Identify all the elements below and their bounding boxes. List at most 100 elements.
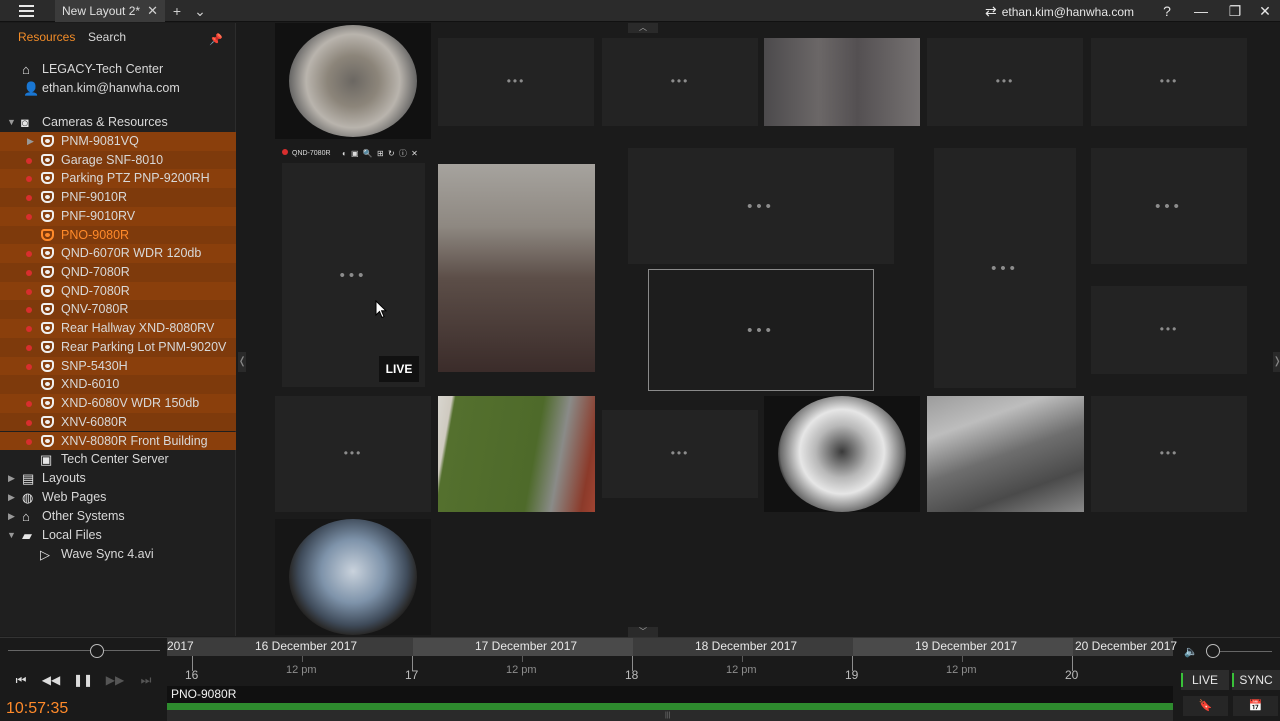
video-tile[interactable] <box>275 23 431 139</box>
previous-chunk-button[interactable]: ⏮ <box>10 672 32 688</box>
live-button[interactable]: LIVE <box>1181 670 1229 690</box>
web-pages-group[interactable]: ▶ ◍ Web Pages <box>0 488 236 507</box>
bookmark-icon[interactable]: 🔖 <box>1183 696 1228 716</box>
other-systems-group[interactable]: ▶ ⌂ Other Systems <box>0 507 236 526</box>
sync-button[interactable]: SYNC <box>1232 670 1280 690</box>
video-tile-fisheye-garage[interactable] <box>764 396 920 512</box>
video-file-icon: ▷ <box>40 547 50 562</box>
expand-arrow-icon[interactable]: ▶ <box>8 507 15 525</box>
video-tile-active[interactable] <box>282 163 425 387</box>
video-tile-fisheye-sky[interactable] <box>275 519 431 635</box>
calendar-icon[interactable]: 📅 <box>1233 696 1278 716</box>
tab-search[interactable]: Search <box>88 30 126 44</box>
video-tile-loading[interactable] <box>438 38 594 126</box>
camera-item[interactable]: QND-6070R WDR 120db <box>0 244 236 263</box>
rewind-button[interactable]: ◀◀ <box>40 672 62 688</box>
camera-item[interactable]: XND-6010 <box>0 375 236 395</box>
collapse-arrow-icon[interactable]: ▼ <box>7 113 16 131</box>
camera-item[interactable]: ▶ PNM-9081VQ <box>0 132 236 151</box>
camera-icon <box>41 284 54 297</box>
cameras-group[interactable]: ▼ ◙ Cameras & Resources <box>0 113 236 132</box>
expand-arrow-icon[interactable]: ▶ <box>8 469 15 487</box>
camera-icon <box>41 135 54 147</box>
fisheye-video-feed <box>289 25 417 137</box>
timeline-dates[interactable]: 2017 16 December 2017 17 December 2017 1… <box>167 638 1177 656</box>
hide-timeline-icon[interactable]: ﹀ <box>628 627 658 637</box>
local-file-item[interactable]: ▷ Wave Sync 4.avi <box>0 545 236 564</box>
layouts-group[interactable]: ▶ ▤ Layouts <box>0 469 236 488</box>
camera-label: QND-7080R <box>61 283 130 298</box>
zoom-track <box>8 650 160 651</box>
fast-forward-button[interactable]: ▶▶ <box>104 672 126 688</box>
camera-item[interactable]: PNF-9010R <box>0 188 236 207</box>
minimize-button[interactable]: — <box>1184 0 1218 22</box>
camera-icon <box>41 228 54 241</box>
video-tile-loading[interactable] <box>934 148 1076 388</box>
camera-item[interactable]: XNV-8080R Front Building <box>0 431 236 451</box>
video-tile-loading[interactable] <box>1091 38 1247 126</box>
cameras-icon: ◙ <box>21 115 29 130</box>
camera-item[interactable]: SNP-5430H <box>0 356 236 376</box>
local-files-group[interactable]: ▼ ▰ Local Files <box>0 526 236 545</box>
video-tile-loading[interactable] <box>602 38 758 126</box>
timeline-panel: 2017 16 December 2017 17 December 2017 1… <box>0 637 1280 721</box>
layout-tab[interactable]: New Layout 2* ✕ <box>55 0 165 22</box>
recording-chunks-bar[interactable] <box>167 703 1173 710</box>
close-button[interactable]: ✕ <box>1248 0 1280 22</box>
video-tile-hallway-dim[interactable] <box>764 38 920 126</box>
expand-right-panel-icon[interactable]: ❭ <box>1273 352 1280 372</box>
next-chunk-button[interactable]: ⏭ <box>135 672 157 688</box>
expand-arrow-icon[interactable]: ▶ <box>27 132 34 150</box>
user-item[interactable]: 👤 ethan.kim@hanwha.com <box>0 79 236 98</box>
video-tile-street[interactable] <box>927 396 1084 512</box>
video-tile-loading[interactable] <box>1091 286 1247 374</box>
video-tile-loading[interactable] <box>927 38 1083 126</box>
camera-item[interactable]: XND-6080V WDR 150db <box>0 394 236 413</box>
volume-slider[interactable] <box>1206 644 1220 658</box>
zoom-slider[interactable] <box>90 644 104 658</box>
pin-icon[interactable]: 📌 <box>209 33 223 46</box>
camera-item[interactable]: PNF-9010RV <box>0 206 236 226</box>
restore-button[interactable]: ❐ <box>1218 0 1252 22</box>
expand-arrow-icon[interactable]: ▶ <box>8 488 15 506</box>
camera-item[interactable]: XNV-6080R <box>0 412 236 432</box>
camera-item[interactable]: QND-7080R <box>0 263 236 282</box>
camera-item[interactable]: Rear Hallway XND-8080RV <box>0 319 236 338</box>
new-tab-button[interactable]: + <box>170 0 184 22</box>
video-tile-loading[interactable] <box>1091 396 1247 512</box>
user-menu[interactable]: ⇄ ethan.kim@hanwha.com <box>985 0 1134 22</box>
video-tile-lawn[interactable] <box>438 396 595 512</box>
video-tile-loading[interactable] <box>1091 148 1247 264</box>
video-tile-loading[interactable] <box>275 396 431 512</box>
server-item[interactable]: ▣ Tech Center Server <box>0 450 236 469</box>
system-item[interactable]: ⌂ LEGACY-Tech Center <box>0 60 236 79</box>
recording-dot-icon <box>26 251 32 258</box>
timeline-scrollbar[interactable]: ||| <box>167 710 1173 721</box>
camera-item[interactable]: PNO-9080R <box>0 225 236 245</box>
video-tile-hallway[interactable] <box>438 164 595 372</box>
camera-item[interactable]: QND-7080R <box>0 281 236 301</box>
tab-menu-icon[interactable]: ⌄ <box>192 0 208 22</box>
collapse-sidebar-icon[interactable]: ❬ <box>238 352 246 372</box>
video-tile-loading[interactable] <box>628 148 894 264</box>
help-button[interactable]: ? <box>1150 0 1184 22</box>
collapse-arrow-icon[interactable]: ▼ <box>7 526 16 544</box>
camera-track[interactable]: PNO-9080R <box>167 686 1173 703</box>
recording-dot-icon <box>26 326 32 333</box>
camera-label: XNV-8080R Front Building <box>61 433 208 448</box>
camera-item[interactable]: QNV-7080R <box>0 300 236 320</box>
camera-label: SNP-5430H <box>61 358 128 373</box>
tab-resources[interactable]: Resources <box>18 30 75 44</box>
camera-item[interactable]: Rear Parking Lot PNM-9020V <box>0 337 236 357</box>
video-tile-selected[interactable] <box>648 269 874 391</box>
video-tile-loading[interactable] <box>602 410 758 498</box>
camera-item[interactable]: Garage SNF-8010 <box>0 150 236 170</box>
main-menu-icon[interactable] <box>16 4 38 18</box>
show-tabs-icon[interactable]: ︿ <box>628 23 658 33</box>
speaker-muted-icon[interactable]: 🔈 <box>1184 645 1198 658</box>
camera-item[interactable]: Parking PTZ PNP-9200RH <box>0 169 236 189</box>
tab-close-icon[interactable]: ✕ <box>147 0 158 22</box>
pause-button[interactable]: ❚❚ <box>72 672 94 688</box>
user-item-label: ethan.kim@hanwha.com <box>42 81 180 95</box>
tile-tools-icons[interactable]: ◐ ▣ 🔍 ⊞ ↻ ⓘ ✕ <box>342 147 419 160</box>
